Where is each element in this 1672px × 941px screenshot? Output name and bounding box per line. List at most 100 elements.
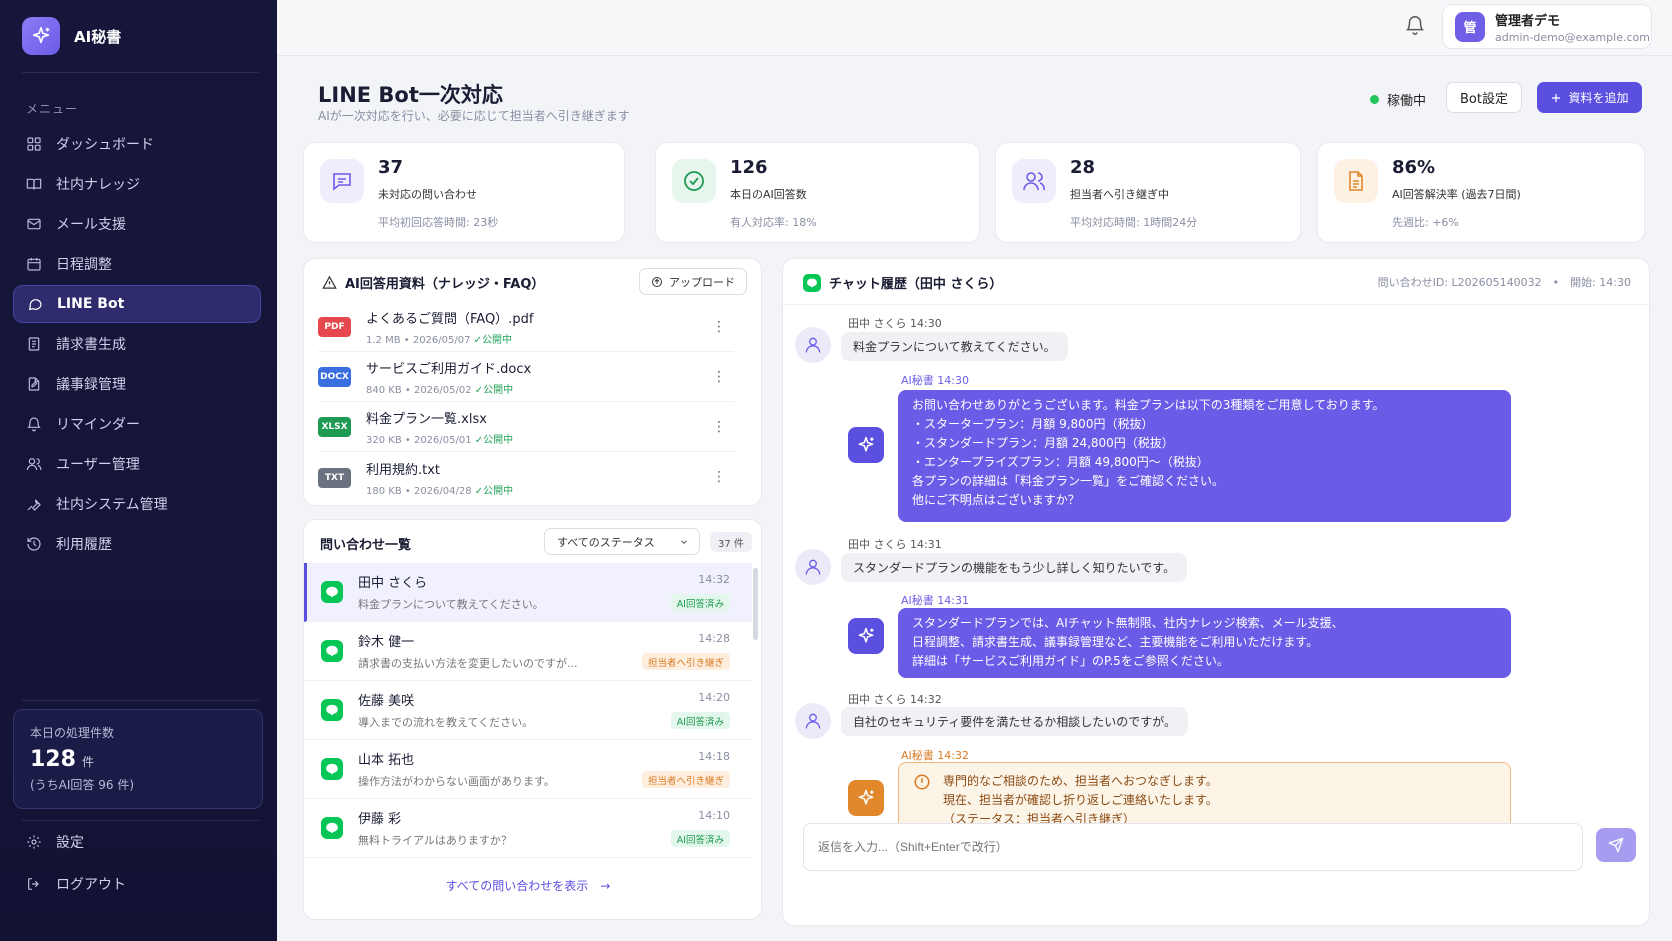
sidebar-item-users[interactable]: ユーザー管理 — [13, 445, 261, 483]
add-material-button[interactable]: 資料を追加 — [1537, 82, 1642, 113]
sidebar-item-mail[interactable]: メール支援 — [13, 205, 261, 243]
notification-bell-icon[interactable] — [1404, 14, 1426, 36]
file-row[interactable]: DOCX サービスご利用ガイド.docx 840 KB • 2026/05/02… — [318, 353, 734, 402]
message-sender: AI秘書 14:30 — [901, 374, 969, 387]
chat-panel: チャット履歴（田中 さくら） 問い合わせID: L202605140032 • … — [782, 258, 1650, 926]
stat-note: 先週比: +6% — [1392, 216, 1459, 229]
bot-settings-button[interactable]: Bot設定 — [1446, 82, 1522, 113]
status-label: 稼働中 — [1387, 94, 1427, 109]
logout-button[interactable]: ログアウト — [13, 865, 261, 903]
message-sender: 田中 さくら 14:30 — [848, 317, 942, 330]
sidebar-item-knowledge[interactable]: 社内ナレッジ — [13, 165, 261, 203]
inquiry-row[interactable]: 伊藤 彩 無料トライアルはありますか？ 14:10 AI回答済み — [304, 799, 752, 858]
chat-meta: 問い合わせID: L202605140032 • 開始: 14:30 — [1377, 276, 1631, 289]
stat-value: 126 — [730, 157, 768, 178]
sidebar: AI秘書 メニュー ダッシュボード 社内ナレッジ メール支援 日程調整 LINE… — [0, 0, 277, 941]
file-row[interactable]: PDF よくあるご質問（FAQ）.pdf 1.2 MB • 2026/05/07… — [318, 303, 734, 352]
inquiry-name: 伊藤 彩 — [358, 812, 402, 827]
sidebar-item-history[interactable]: 利用履歴 — [13, 525, 261, 563]
gear-icon — [26, 834, 42, 850]
stat-label: AI回答解決率 (過去7日間) — [1392, 188, 1521, 201]
document-edit-icon — [26, 376, 42, 392]
line-icon — [321, 640, 343, 662]
view-all-inquiries-link[interactable]: すべての問い合わせを表示 → — [304, 877, 752, 894]
sidebar-item-schedule[interactable]: 日程調整 — [13, 245, 261, 283]
user-avatar-icon — [795, 703, 831, 739]
status-badge: AI回答済み — [670, 594, 730, 611]
file-name: 料金プラン一覧.xlsx — [366, 412, 487, 427]
inquiry-count-badge: 37 件 — [710, 532, 752, 552]
inquiry-row[interactable]: 山本 拓也 操作方法がわからない画面があります。 14:18 担当者へ引き継ぎ — [304, 740, 752, 799]
sidebar-item-label: リマインダー — [56, 417, 140, 433]
send-button[interactable] — [1596, 828, 1636, 862]
warning-triangle-icon — [322, 275, 337, 290]
sidebar-item-label: ダッシュボード — [56, 137, 154, 153]
sidebar-item-dashboard[interactable]: ダッシュボード — [13, 125, 261, 163]
inquiry-row[interactable]: 佐藤 美咲 導入までの流れを教えてください。 14:20 AI回答済み — [304, 681, 752, 740]
file-type-badge: TXT — [318, 467, 351, 488]
message-sender: AI秘書 14:32 — [901, 749, 969, 762]
sidebar-item-reminder[interactable]: リマインダー — [13, 405, 261, 443]
users-icon — [26, 456, 42, 472]
stat-card-resolution: 86% AI回答解決率 (過去7日間) 先週比: +6% — [1317, 142, 1645, 243]
stat-value: 37 — [378, 157, 404, 178]
user-menu[interactable]: 管 管理者デモ admin-demo@example.com — [1442, 4, 1652, 49]
brand[interactable]: AI秘書 — [22, 17, 121, 55]
inquiry-row[interactable]: 鈴木 健一 請求書の支払い方法を変更したいのですが... 14:28 担当者へ引… — [304, 622, 752, 681]
user-email: admin-demo@example.com — [1495, 30, 1650, 44]
stat-note: 有人対応率: 18% — [730, 216, 817, 229]
ai-message-bubble: お問い合わせありがとうございます。料金プランは以下の3種類をご用意しております。… — [898, 390, 1511, 522]
file-type-badge: PDF — [318, 317, 351, 337]
message-sender: 田中 さくら 14:32 — [848, 693, 942, 706]
user-message-bubble: 料金プランについて教えてください。 — [841, 332, 1068, 361]
settings-button[interactable]: 設定 — [13, 823, 261, 861]
sidebar-item-line-bot[interactable]: LINE Bot — [13, 285, 261, 323]
bottom-nav: 設定 ログアウト — [13, 823, 261, 905]
user-message-bubble: スタンダードプランの機能をもう少し詳しく知りたいです。 — [841, 553, 1188, 582]
sidebar-item-label: 日程調整 — [56, 257, 112, 273]
more-vertical-icon[interactable]: ⋮ — [712, 319, 726, 335]
file-row[interactable]: TXT 利用規約.txt 180 KB • 2026/04/28 ✓公開中 ⋮ — [318, 453, 734, 502]
line-icon — [321, 758, 343, 780]
file-row[interactable]: XLSX 料金プラン一覧.xlsx 320 KB • 2026/05/01 ✓公… — [318, 403, 734, 452]
grid-icon — [26, 136, 42, 152]
inquiry-message: 導入までの流れを教えてください。 — [358, 716, 534, 729]
menu-label: メニュー — [26, 102, 79, 116]
upload-button[interactable]: アップロード — [639, 268, 747, 295]
daily-stats-value: 128 件 — [30, 747, 94, 772]
inquiry-title: 問い合わせ一覧 — [320, 538, 412, 553]
stat-label: 担当者へ引き継ぎ中 — [1070, 188, 1169, 201]
more-vertical-icon[interactable]: ⋮ — [712, 469, 726, 485]
sidebar-item-invoice[interactable]: 請求書生成 — [13, 325, 261, 363]
status-badge: 担当者へ引き継ぎ — [641, 771, 730, 788]
line-icon — [803, 273, 821, 292]
line-icon — [321, 699, 343, 721]
more-vertical-icon[interactable]: ⋮ — [712, 419, 726, 435]
upload-icon — [651, 276, 663, 288]
sidebar-item-system[interactable]: 社内システム管理 — [13, 485, 261, 523]
sidebar-item-minutes[interactable]: 議事録管理 — [13, 365, 261, 403]
inquiry-row[interactable]: 田中 さくら 料金プランについて教えてください。 14:32 AI回答済み — [304, 563, 752, 622]
stat-note: 平均初回応答時間: 23秒 — [378, 216, 499, 229]
logout-label: ログアウト — [56, 877, 126, 893]
reply-input[interactable] — [803, 823, 1583, 871]
more-vertical-icon[interactable]: ⋮ — [712, 369, 726, 385]
ai-sparkle-icon — [848, 618, 884, 654]
chat-bubble-icon — [27, 296, 43, 312]
inquiry-panel: 問い合わせ一覧 すべてのステータス 37 件 田中 さくら 料金プランについて教… — [303, 519, 762, 920]
stat-value: 86% — [1392, 157, 1436, 178]
status-badge: AI回答済み — [670, 830, 730, 847]
sidebar-item-label: 議事録管理 — [56, 377, 126, 393]
file-meta: 1.2 MB • 2026/05/07 ✓公開中 — [366, 335, 513, 346]
status-filter-select[interactable]: すべてのステータス — [544, 528, 700, 555]
stat-note: 平均対応時間: 1時間24分 — [1070, 216, 1198, 229]
divider — [783, 304, 1649, 305]
chat-title: チャット履歴（田中 さくら） — [803, 273, 1002, 292]
stat-label: 未対応の問い合わせ — [378, 188, 477, 201]
user-avatar-icon — [795, 549, 831, 585]
bell-icon — [26, 416, 42, 432]
inquiry-message: 料金プランについて教えてください。 — [358, 598, 544, 611]
message-sender: AI秘書 14:31 — [901, 594, 969, 607]
user-message-bubble: 自社のセキュリティ要件を満たせるか相談したいのですが。 — [841, 707, 1189, 736]
scrollbar[interactable] — [753, 568, 758, 640]
